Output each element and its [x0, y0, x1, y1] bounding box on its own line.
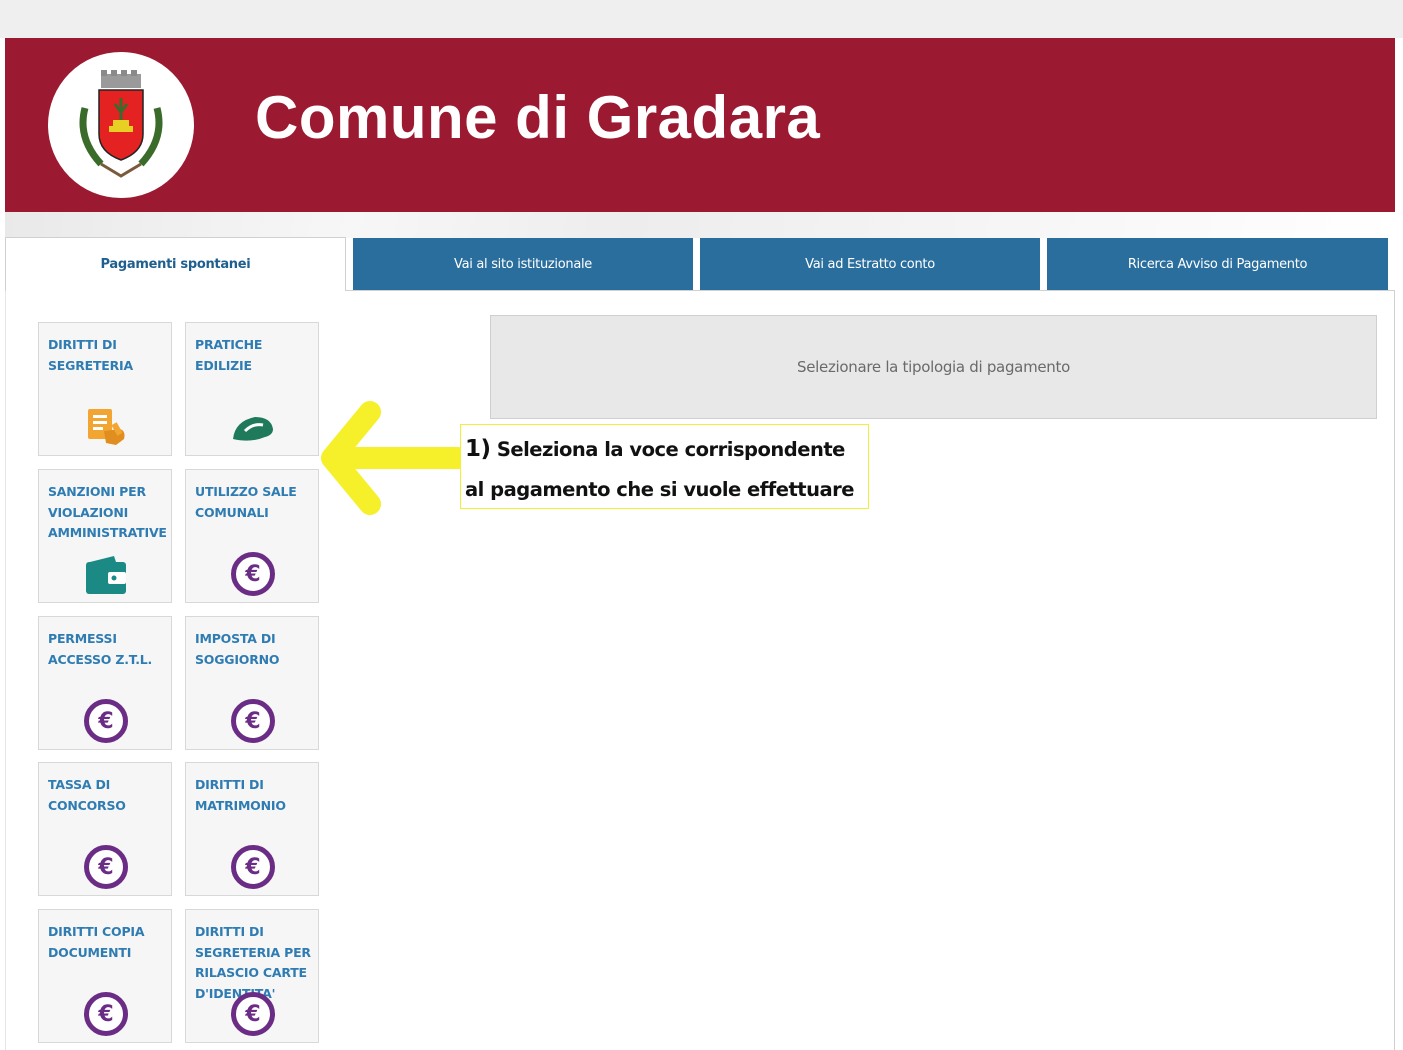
annotation-number: 1) — [465, 436, 491, 462]
euro-icon: € — [84, 845, 128, 889]
window-top-strip — [0, 0, 1403, 38]
site-header: Comune di Gradara — [5, 38, 1395, 212]
tile-pratiche-edilizie[interactable]: PRATICHE EDILIZIE — [185, 322, 319, 456]
tile-sanzioni[interactable]: SANZIONI PER VIOLAZIONI AMMINISTRATIVE — [38, 469, 172, 603]
tile-label: SANZIONI PER VIOLAZIONI AMMINISTRATIVE — [48, 484, 167, 540]
tab-pagamenti-spontanei[interactable]: Pagamenti spontanei — [5, 237, 346, 291]
annotation-text: Seleziona la voce corrispondente al paga… — [465, 438, 854, 501]
tile-diritti-copia[interactable]: DIRITTI COPIA DOCUMENTI € — [38, 909, 172, 1043]
content-left-border — [5, 290, 6, 1050]
tile-carte-identita[interactable]: DIRITTI DI SEGRETERIA PER RILASCIO CARTE… — [185, 909, 319, 1043]
wallet-icon — [84, 552, 128, 596]
euro-icon: € — [231, 845, 275, 889]
tile-label: UTILIZZO SALE COMUNALI — [195, 484, 297, 520]
euro-icon: € — [84, 699, 128, 743]
tile-diritti-segreteria[interactable]: DIRITTI DI SEGRETERIA — [38, 322, 172, 456]
tile-label: TASSA DI CONCORSO — [48, 777, 126, 813]
euro-icon: € — [231, 552, 275, 596]
euro-icon: € — [84, 992, 128, 1036]
coat-of-arms-icon — [79, 70, 163, 178]
tile-tassa-concorso[interactable]: TASSA DI CONCORSO € — [38, 762, 172, 896]
helmet-icon — [231, 405, 275, 449]
tile-label: DIRITTI DI MATRIMONIO — [195, 777, 286, 813]
tab-sito-istituzionale[interactable]: Vai al sito istituzionale — [353, 238, 693, 291]
payment-type-notice: Selezionare la tipologia di pagamento — [490, 315, 1377, 419]
instruction-annotation: 1) Seleziona la voce corrispondente al p… — [460, 424, 869, 509]
euro-icon: € — [231, 992, 275, 1036]
page-title: Comune di Gradara — [255, 84, 821, 151]
tile-utilizzo-sale[interactable]: UTILIZZO SALE COMUNALI € — [185, 469, 319, 603]
tab-ricerca-avviso[interactable]: Ricerca Avviso di Pagamento — [1047, 238, 1388, 291]
tile-diritti-matrimonio[interactable]: DIRITTI DI MATRIMONIO € — [185, 762, 319, 896]
euro-icon: € — [231, 699, 275, 743]
tile-label: PERMESSI ACCESSO Z.T.L. — [48, 631, 153, 667]
arrow-left-icon — [321, 401, 465, 515]
municipality-logo[interactable] — [48, 52, 194, 198]
tile-label: DIRITTI COPIA DOCUMENTI — [48, 924, 145, 960]
tile-imposta-soggiorno[interactable]: IMPOSTA DI SOGGIORNO € — [185, 616, 319, 750]
document-hand-icon — [84, 405, 128, 449]
tile-permessi-ztl[interactable]: PERMESSI ACCESSO Z.T.L. € — [38, 616, 172, 750]
tab-bar: Pagamenti spontanei Vai al sito istituzi… — [5, 237, 1395, 291]
header-shadow-band — [5, 212, 1395, 238]
tile-label: PRATICHE EDILIZIE — [195, 337, 263, 373]
tab-estratto-conto[interactable]: Vai ad Estratto conto — [700, 238, 1040, 291]
tile-label: DIRITTI DI SEGRETERIA — [48, 337, 133, 373]
tile-label: IMPOSTA DI SOGGIORNO — [195, 631, 280, 667]
